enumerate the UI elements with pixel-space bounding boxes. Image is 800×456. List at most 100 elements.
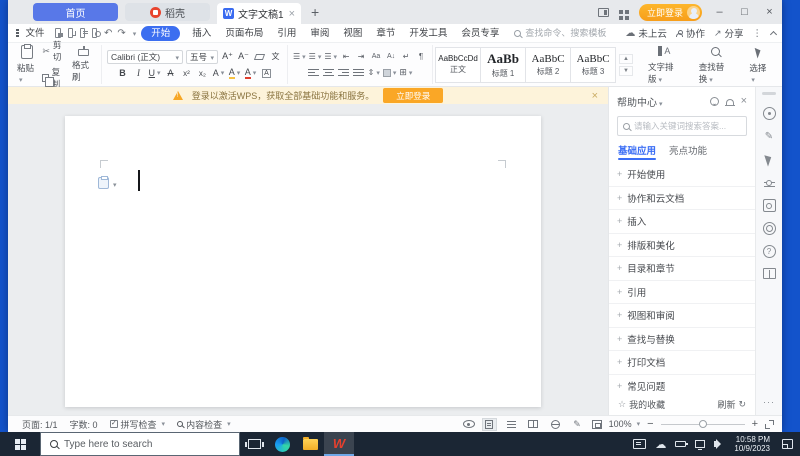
save-icon[interactable]: [55, 28, 64, 38]
print-preview-icon[interactable]: [91, 28, 102, 38]
styles-scroll-down[interactable]: ▼: [619, 65, 633, 76]
select-cursor-icon[interactable]: [763, 152, 776, 167]
help-item-layout-beautify[interactable]: 排版和美化: [609, 234, 755, 257]
refresh-button[interactable]: 刷新: [717, 398, 746, 411]
adjust-settings-icon[interactable]: [763, 176, 776, 189]
help-item-view-review[interactable]: 视图和审阅: [609, 304, 755, 328]
text-effects-button[interactable]: [212, 67, 225, 80]
tab-member-benefits[interactable]: 会员专享: [454, 24, 506, 43]
more-options-icon[interactable]: [753, 28, 763, 39]
multilevel-list-button[interactable]: [324, 50, 337, 63]
find-replace-button[interactable]: 查找替换: [692, 44, 739, 85]
help-search-input[interactable]: [634, 121, 741, 131]
strikethrough-button[interactable]: [164, 67, 177, 80]
help-item-faq[interactable]: 常见问题: [609, 375, 755, 394]
align-right-button[interactable]: [338, 66, 350, 79]
tab-developer-tools[interactable]: 开发工具: [402, 24, 454, 43]
highlight-color-button[interactable]: [228, 67, 241, 80]
subscript-button[interactable]: [196, 67, 209, 80]
increase-indent-button[interactable]: [355, 50, 367, 63]
fit-page-icon[interactable]: [591, 419, 602, 429]
ink-mode-button[interactable]: [570, 418, 585, 431]
line-break-button[interactable]: [400, 50, 412, 63]
outline-view-button[interactable]: [504, 418, 519, 431]
notification-bell-icon[interactable]: [724, 98, 735, 106]
eye-protection-icon[interactable]: [462, 420, 475, 428]
increase-font-button[interactable]: [221, 50, 234, 63]
paste-options-button[interactable]: [98, 174, 117, 192]
speaker-icon[interactable]: [714, 439, 722, 449]
redo-icon[interactable]: ↷: [117, 28, 125, 39]
tray-app-icon[interactable]: [633, 439, 647, 449]
decrease-font-button[interactable]: [237, 50, 250, 63]
tab-page-layout[interactable]: 页面布局: [218, 24, 270, 43]
font-size-select[interactable]: 五号: [185, 49, 218, 64]
taskbar-search[interactable]: [40, 432, 240, 456]
text-layout-button[interactable]: 文字排版: [641, 44, 688, 85]
undo-icon[interactable]: ↶: [104, 28, 112, 39]
help-item-references[interactable]: 引用: [609, 281, 755, 304]
help-icon[interactable]: [762, 245, 776, 258]
help-item-insert[interactable]: 插入: [609, 210, 755, 234]
web-view-button[interactable]: [548, 418, 563, 431]
pinyin-guide-button[interactable]: [269, 50, 282, 63]
tab-start[interactable]: 开始: [141, 25, 181, 41]
help-item-print-document[interactable]: 打印文档: [609, 351, 755, 375]
read-mode-button[interactable]: [526, 418, 541, 431]
notice-close-icon[interactable]: ×: [592, 90, 598, 102]
help-item-toc-sections[interactable]: 目录和章节: [609, 257, 755, 281]
login-button[interactable]: 立即登录: [638, 3, 702, 21]
tray-cloud-icon[interactable]: [655, 438, 666, 451]
annotate-pen-icon[interactable]: [763, 130, 776, 143]
share-button[interactable]: 分享: [714, 26, 744, 40]
help-search-box[interactable]: [617, 116, 747, 136]
zoom-slider[interactable]: [660, 419, 745, 428]
screenshot-icon[interactable]: [762, 199, 776, 212]
tab-home[interactable]: 首页: [33, 3, 118, 21]
taskbar-clock[interactable]: 10:58 PM 10/9/2023: [734, 435, 770, 454]
font-name-select[interactable]: Calibri (正文): [106, 49, 183, 64]
help-title[interactable]: 帮助中心: [617, 94, 663, 109]
cloud-sync-button[interactable]: 未上云: [625, 26, 667, 40]
tab-review[interactable]: 审阅: [303, 24, 336, 43]
collaborate-button[interactable]: 协作: [675, 26, 705, 40]
page-view-button[interactable]: [481, 417, 497, 431]
zoom-out-button[interactable]: −: [647, 418, 653, 430]
align-center-button[interactable]: [323, 66, 335, 79]
undo-dropdown-icon[interactable]: [131, 28, 137, 39]
task-view-button[interactable]: [240, 432, 268, 456]
italic-button[interactable]: [132, 67, 145, 80]
style-heading2[interactable]: AaBbC 标题 2: [525, 46, 572, 83]
tab-section[interactable]: 章节: [369, 24, 402, 43]
text-direction-button[interactable]: [385, 50, 397, 63]
taskbar-search-input[interactable]: [64, 438, 214, 450]
borders-button[interactable]: [399, 66, 412, 79]
fullscreen-icon[interactable]: [765, 419, 774, 429]
collapse-ribbon-icon[interactable]: [769, 30, 778, 38]
document-page[interactable]: [65, 116, 541, 407]
tab-docer[interactable]: 稻壳: [125, 3, 210, 21]
tab-insert[interactable]: 插入: [185, 24, 218, 43]
zoom-in-button[interactable]: +: [752, 418, 758, 430]
tab-highlight-features[interactable]: 亮点功能: [669, 143, 707, 162]
close-tab-icon[interactable]: ×: [289, 8, 295, 20]
document-area[interactable]: [8, 104, 608, 415]
maximize-button[interactable]: □: [737, 6, 752, 18]
action-center-icon[interactable]: [782, 439, 793, 449]
content-check-button[interactable]: 内容检查: [177, 418, 231, 431]
help-item-collaboration-cloud[interactable]: 协作和云文档: [609, 187, 755, 210]
tab-basic-applications[interactable]: 基础应用: [618, 143, 657, 162]
justify-button[interactable]: [353, 66, 365, 79]
decrease-indent-button[interactable]: [340, 50, 352, 63]
align-left-button[interactable]: [308, 66, 320, 79]
cut-button[interactable]: 剪切: [42, 39, 66, 63]
change-case-button[interactable]: [370, 50, 382, 63]
notice-login-button[interactable]: 立即登录: [383, 88, 444, 103]
export-icon[interactable]: [67, 28, 76, 38]
apps-grid-icon[interactable]: [618, 10, 623, 14]
shading-button[interactable]: [382, 66, 397, 79]
print-icon[interactable]: [79, 28, 88, 38]
help-close-icon[interactable]: ×: [741, 96, 747, 107]
dictionary-icon[interactable]: [762, 268, 776, 279]
tools-wheel-icon[interactable]: [762, 222, 776, 235]
